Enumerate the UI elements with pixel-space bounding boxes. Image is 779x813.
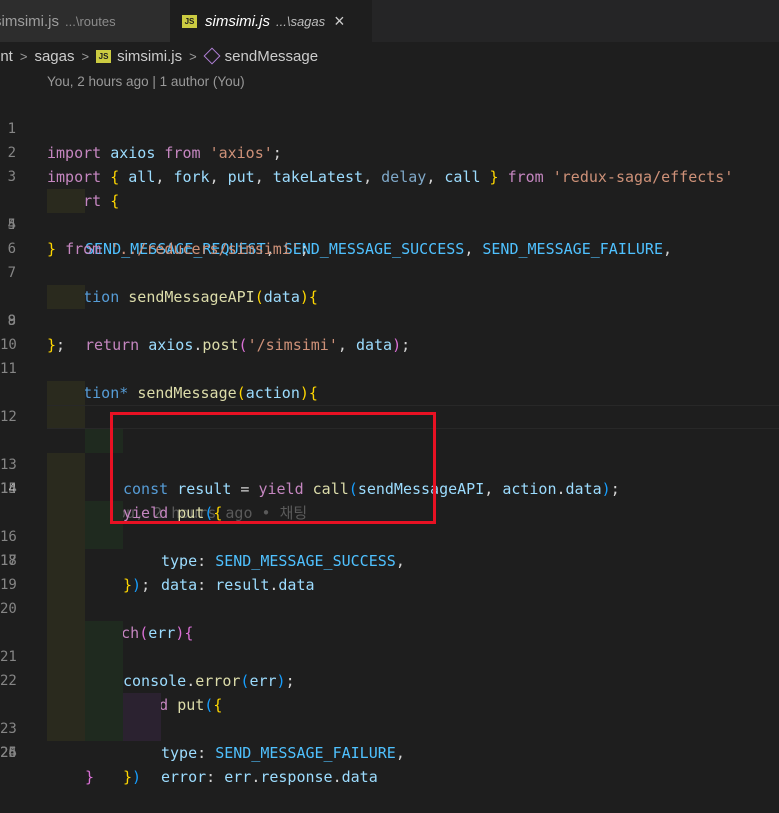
breadcrumb-item-sagas[interactable]: sagas <box>34 48 74 65</box>
code-line: 5 } from '../reducers/simsimi'; <box>0 189 779 258</box>
code-line: 6 <box>0 213 779 257</box>
tab-simsimi-routes[interactable]: simsimi.js ...\routes <box>0 0 170 42</box>
tab-label: simsimi.js <box>205 12 270 30</box>
breadcrumb-item-file[interactable]: simsimi.js <box>117 48 182 65</box>
code-token: } <box>123 768 133 786</box>
code-line: 8 return axios.post('/simsimi', data); <box>0 261 779 354</box>
tab-simsimi-sagas[interactable]: JS simsimi.js ...\sagas × <box>170 0 372 42</box>
code-token: } <box>85 768 95 786</box>
code-token: SEND_MESSAGE_FAILURE <box>215 744 396 762</box>
code-line: 7 function sendMessageAPI(data){ <box>0 237 779 306</box>
breadcrumb-separator: > <box>19 48 28 64</box>
code-token: response <box>260 768 333 786</box>
code-line: 21 console.error(err); <box>0 573 779 690</box>
tab-label: simsimi.js <box>0 12 59 30</box>
breadcrumb-separator: > <box>81 48 90 64</box>
code-line: 11 function* sendMessage(action){ <box>0 333 779 402</box>
code-line: 13 const result = yield call(sendMessage… <box>0 381 779 498</box>
breadcrumb-item[interactable]: ont <box>0 48 13 65</box>
code-line: 17 data: result.data <box>0 477 779 594</box>
line-number: 26 <box>0 745 17 761</box>
code-line: 3 import { <box>0 141 779 210</box>
code-line: 18 }); <box>0 501 779 594</box>
code-editor[interactable]: You, 2 hours ago | 1 author (You) 1 impo… <box>0 70 779 786</box>
code-token: ) <box>132 768 142 786</box>
code-line: 9 }; <box>0 285 779 354</box>
code-token: type <box>161 744 198 762</box>
js-file-icon: JS <box>96 49 112 63</box>
code-line: 1 import axios from 'axios'; <box>0 93 779 162</box>
code-line: 12 try{ <box>0 357 779 450</box>
code-line-current: 14 You, 2 hours ago • 채팅 <box>0 405 779 522</box>
codelens-blame[interactable]: You, 2 hours ago | 1 author (You) <box>47 72 245 92</box>
method-cube-icon <box>203 47 221 65</box>
code-line: 16 type: SEND_MESSAGE_SUCCESS, <box>0 453 779 570</box>
code-line: 4 SEND_MESSAGE_REQUEST, SEND_MESSAGE_SUC… <box>0 165 779 258</box>
code-line: 25 }) <box>0 669 779 786</box>
code-line: 19 <box>0 525 779 593</box>
current-line-highlight <box>47 405 779 429</box>
code-line: 23 type: SEND_MESSAGE_FAILURE, <box>0 621 779 762</box>
code-line: 15 yield put({ <box>0 429 779 522</box>
breadcrumb-item-symbol[interactable]: sendMessage <box>225 48 318 65</box>
tab-description: ...\sagas <box>276 13 326 29</box>
tab-description: ...\routes <box>65 13 116 29</box>
code-token: err <box>224 768 252 786</box>
code-token: data <box>341 768 378 786</box>
js-file-icon: JS <box>182 14 197 28</box>
code-line: 10 <box>0 309 779 353</box>
indent-guide <box>123 717 161 741</box>
code-token: error <box>161 768 207 786</box>
code-line: 24 error: err.response.data <box>0 645 779 786</box>
code-line: 2 import { all, fork, put, takeLatest, d… <box>0 117 779 186</box>
code-line: 26 } <box>0 693 779 786</box>
indent-guide <box>47 717 85 741</box>
code-line: 20 }catch(err){ <box>0 549 779 642</box>
breadcrumb: ont > sagas > JS simsimi.js > sendMessag… <box>0 42 779 70</box>
breadcrumb-separator: > <box>189 48 197 64</box>
close-icon[interactable]: × <box>334 11 345 32</box>
indent-guide <box>85 717 123 741</box>
code-line: 22 yield put({ <box>0 597 779 714</box>
tab-bar: simsimi.js ...\routes JS simsimi.js ...\… <box>0 0 779 42</box>
